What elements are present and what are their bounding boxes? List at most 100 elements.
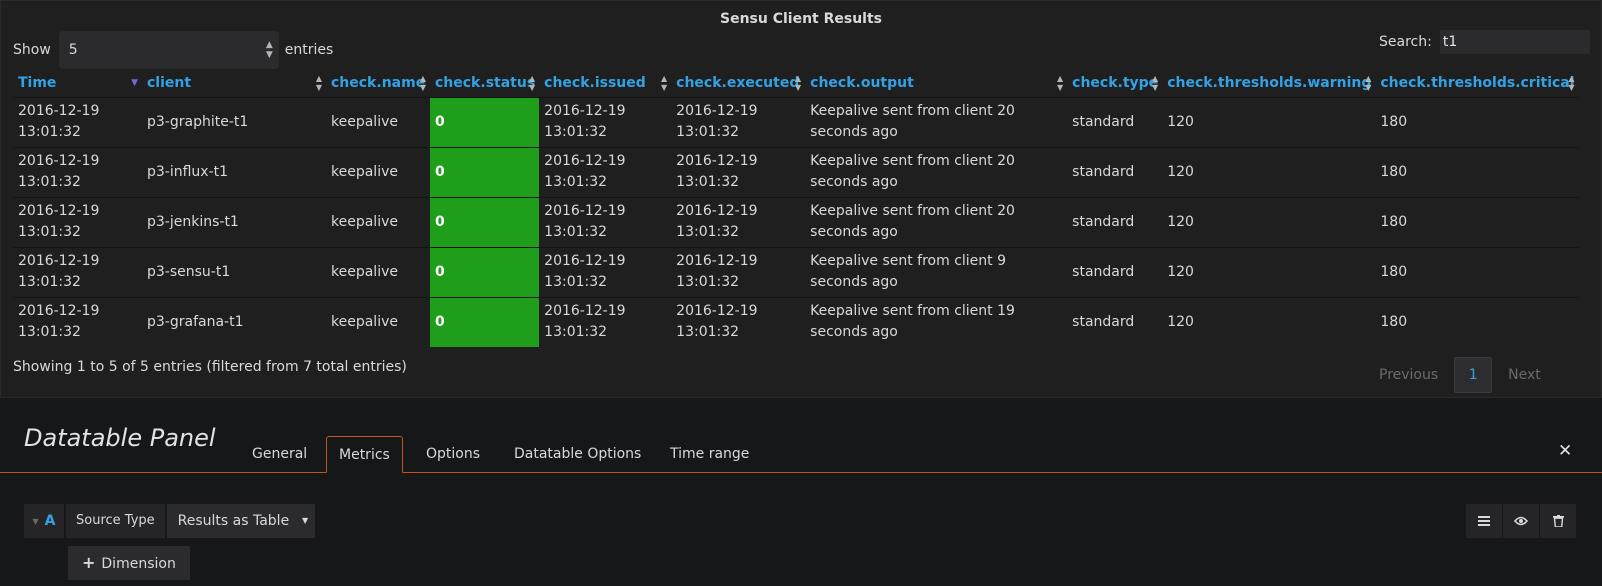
- table-row: 2016-12-19 13:01:32 p3-sensu-t1 keepalive 0…: [13, 246, 1579, 297]
- column-header-label: check.output: [810, 74, 914, 91]
- table-cell: 2016-12-19 13:01:32: [13, 146, 142, 197]
- table-cell: 180: [1375, 296, 1579, 347]
- column-header[interactable]: check.issued ▲ ▼: [539, 69, 671, 97]
- source-type-value: Results as Table: [177, 513, 290, 529]
- table-cell: 2016-12-19 13:01:32: [671, 96, 806, 147]
- table-cell: 120: [1162, 296, 1376, 347]
- add-dimension-button[interactable]: + Dimension: [68, 546, 190, 580]
- current-page-button[interactable]: 1: [1454, 357, 1493, 393]
- source-type-select[interactable]: Results as Table ▼: [166, 504, 316, 538]
- status-cell: 0: [430, 96, 540, 147]
- column-header[interactable]: check.output ▲ ▼: [805, 69, 1067, 97]
- table-cell: Keepalive sent from client 19 seconds ag…: [805, 296, 1068, 347]
- add-dimension-label: Dimension: [101, 556, 176, 572]
- query-collapse-toggle[interactable]: ▼ A: [24, 504, 64, 538]
- menu-icon[interactable]: [1466, 504, 1502, 538]
- status-cell: 0: [430, 146, 540, 197]
- column-header-label: check.name: [331, 74, 426, 91]
- next-page-button[interactable]: Next: [1492, 367, 1557, 383]
- sort-icon: ▲ ▼: [795, 74, 802, 92]
- table-cell: standard: [1067, 146, 1163, 197]
- table-cell: keepalive: [326, 146, 430, 197]
- column-header[interactable]: check.type ▲ ▼: [1067, 69, 1162, 97]
- column-header[interactable]: check.status ▲ ▼: [430, 69, 539, 97]
- table-cell: 2016-12-19 13:01:32: [13, 246, 142, 297]
- tab-general[interactable]: General: [240, 436, 319, 473]
- sort-icon: ▲ ▼: [315, 74, 322, 92]
- table-cell: p3-sensu-t1: [142, 246, 326, 297]
- table-cell: 2016-12-19 13:01:32: [671, 296, 806, 347]
- table-cell: 180: [1375, 96, 1579, 147]
- eye-icon[interactable]: [1503, 504, 1539, 538]
- table-cell: 120: [1162, 196, 1376, 247]
- column-header-label: check.thresholds.warning: [1167, 74, 1372, 91]
- table-cell: p3-grafana-t1: [142, 296, 326, 347]
- entries-label: entries: [284, 42, 334, 58]
- query-ref-id: A: [44, 513, 56, 529]
- table-row: 2016-12-19 13:01:32 p3-jenkins-t1 keepaliv…: [13, 196, 1579, 247]
- entries-length-select[interactable]: 5 ▲ ▼: [58, 31, 279, 69]
- column-header[interactable]: client ▲ ▼: [142, 69, 326, 97]
- column-header-label: Time: [18, 74, 57, 91]
- table-cell: 2016-12-19 13:01:32: [539, 246, 672, 297]
- tabs-divider: [0, 472, 1602, 473]
- entries-length-value: 5: [68, 42, 78, 58]
- table-cell: p3-jenkins-t1: [142, 196, 326, 247]
- table-cell: Keepalive sent from client 9 seconds ago: [805, 246, 1068, 297]
- column-header[interactable]: Time ▼: [13, 69, 142, 97]
- table-cell: keepalive: [326, 246, 430, 297]
- dropdown-caret-icon: ▼: [302, 516, 309, 525]
- table-cell: 120: [1162, 246, 1376, 297]
- previous-page-button[interactable]: Previous: [1363, 367, 1454, 383]
- table-cell: p3-graphite-t1: [142, 96, 326, 147]
- sort-icon: ▲ ▼: [1365, 74, 1372, 92]
- editor-title: Datatable Panel: [24, 424, 216, 452]
- tab-time-range[interactable]: Time range: [658, 436, 761, 473]
- table-cell: Keepalive sent from client 20 seconds ag…: [805, 196, 1068, 247]
- table-row: 2016-12-19 13:01:32 p3-influx-t1 keepalive…: [13, 146, 1579, 197]
- sort-icon: ▲ ▼: [419, 74, 426, 92]
- column-header-label: check.thresholds.critical: [1380, 74, 1575, 91]
- trash-icon[interactable]: [1540, 504, 1576, 538]
- column-header-label: client: [147, 74, 192, 91]
- tab-metrics[interactable]: Metrics: [326, 436, 403, 473]
- table-cell: 2016-12-19 13:01:32: [671, 246, 806, 297]
- search-input[interactable]: [1439, 30, 1590, 54]
- sort-icon: ▲ ▼: [1568, 74, 1575, 92]
- tab-datatable-options[interactable]: Datatable Options: [502, 436, 653, 473]
- table-cell: standard: [1067, 296, 1163, 347]
- pagination: Previous 1 Next: [1363, 357, 1557, 393]
- status-cell: 0: [430, 246, 540, 297]
- table-info: Showing 1 to 5 of 5 entries (filtered fr…: [13, 359, 407, 375]
- table-cell: 120: [1162, 146, 1376, 197]
- table-cell: keepalive: [326, 196, 430, 247]
- table-cell: p3-influx-t1: [142, 146, 326, 197]
- table-body: 2016-12-19 13:01:32 p3-graphite-t1 keepali…: [13, 96, 1579, 347]
- column-header[interactable]: check.executed ▲ ▼: [671, 69, 805, 97]
- table-cell: standard: [1067, 96, 1163, 147]
- column-header[interactable]: check.thresholds.critical ▲ ▼: [1375, 69, 1578, 97]
- table-cell: 2016-12-19 13:01:32: [671, 146, 806, 197]
- table-cell: 2016-12-19 13:01:32: [671, 196, 806, 247]
- table-row: 2016-12-19 13:01:32 p3-grafana-t1 keepaliv…: [13, 296, 1579, 347]
- entries-length-control: Show 5 ▲ ▼ entries: [13, 31, 333, 69]
- sort-icon: ▲ ▼: [529, 74, 536, 92]
- sort-icon: ▲ ▼: [1152, 74, 1159, 92]
- table-cell: keepalive: [326, 296, 430, 347]
- status-cell: 0: [430, 196, 540, 247]
- table-cell: Keepalive sent from client 20 seconds ag…: [805, 146, 1068, 197]
- column-header-label: check.status: [435, 74, 536, 91]
- table-cell: 180: [1375, 146, 1579, 197]
- table-cell: 2016-12-19 13:01:32: [13, 296, 142, 347]
- sort-desc-icon: ▼: [131, 78, 138, 88]
- tab-options[interactable]: Options: [414, 436, 492, 473]
- close-icon[interactable]: ✕: [1558, 441, 1572, 461]
- query-row: ▼ A Source Type Results as Table ▼: [24, 504, 316, 538]
- column-header-label: check.issued: [544, 74, 646, 91]
- table-cell: standard: [1067, 196, 1163, 247]
- column-header[interactable]: check.name ▲ ▼: [326, 69, 430, 97]
- column-header[interactable]: check.thresholds.warning ▲ ▼: [1162, 69, 1375, 97]
- column-header-label: check.type: [1072, 74, 1159, 91]
- table-row: 2016-12-19 13:01:32 p3-graphite-t1 keepali…: [13, 96, 1579, 147]
- table-cell: 120: [1162, 96, 1376, 147]
